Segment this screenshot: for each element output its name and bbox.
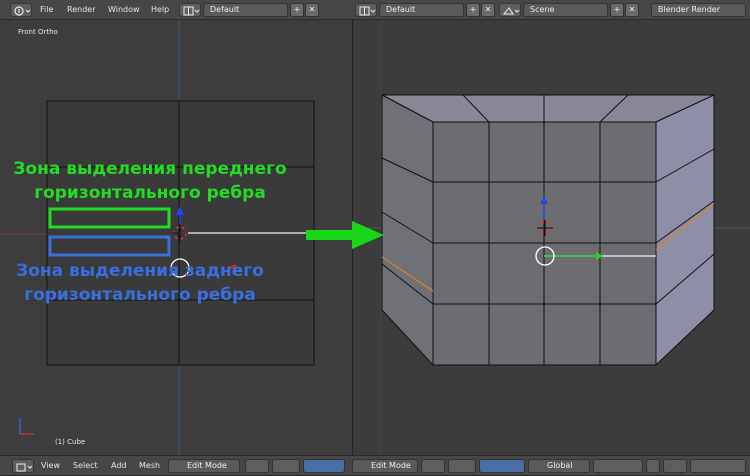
shading-button-left[interactable] xyxy=(272,459,300,473)
back-edge-annotation: Зона выделения заднего горизонтального р… xyxy=(0,259,280,307)
menu-window[interactable]: Window xyxy=(108,0,140,20)
menu-mesh[interactable]: Mesh xyxy=(139,456,160,476)
front-edge-annotation: Зона выделения переднего горизонтального… xyxy=(0,157,300,205)
view3d-icon xyxy=(16,463,33,472)
right-3d-viewport[interactable] xyxy=(353,20,750,455)
top-header: File Render Window Help Default + ✕ Defa… xyxy=(0,0,750,20)
render-engine-select[interactable]: Blender Render xyxy=(651,3,746,17)
front-edge-annotation-line2: горизонтального ребра xyxy=(34,183,266,203)
info-icon xyxy=(14,6,31,16)
back-edge-annotation-line1: Зона выделения заднего xyxy=(16,261,264,281)
remove-layout-2-button[interactable]: ✕ xyxy=(481,3,495,17)
select-mode-buttons[interactable] xyxy=(593,459,643,473)
layout-grid-icon xyxy=(183,6,200,16)
occlude-geometry-button[interactable] xyxy=(646,459,660,473)
snap-buttons[interactable] xyxy=(690,459,746,473)
menu-help[interactable]: Help xyxy=(151,0,169,20)
remove-scene-button[interactable]: ✕ xyxy=(625,3,639,17)
mode-select-right[interactable]: Edit Mode xyxy=(352,459,418,473)
remove-layout-button[interactable]: ✕ xyxy=(305,3,319,17)
cube-right-face xyxy=(655,94,715,367)
mode-select-left[interactable]: Edit Mode xyxy=(168,459,240,473)
pivot-button-left[interactable] xyxy=(245,459,269,473)
layout-grid-icon xyxy=(359,6,376,16)
editor-type-3d-button[interactable] xyxy=(12,459,34,473)
transform-manipulator-buttons-right[interactable] xyxy=(479,459,525,473)
axis-widget-icon xyxy=(19,418,34,435)
add-scene-button[interactable]: + xyxy=(610,3,624,17)
orientation-select[interactable]: Global xyxy=(528,459,590,473)
screen-layout-2-icon-button[interactable] xyxy=(355,3,377,17)
view-label: Front Ortho xyxy=(18,28,58,36)
viewport-shading-button[interactable] xyxy=(421,459,445,473)
screen-layout-2-field[interactable]: Default xyxy=(379,3,464,17)
screen-layout-field[interactable]: Default xyxy=(203,3,288,17)
cube-left-face xyxy=(381,94,434,367)
menu-select[interactable]: Select xyxy=(73,456,98,476)
transform-manipulator-buttons-left[interactable] xyxy=(303,459,345,473)
menu-add[interactable]: Add xyxy=(111,456,127,476)
left-viewport-drawing xyxy=(0,20,353,455)
editor-type-button[interactable] xyxy=(10,3,32,17)
menu-render[interactable]: Render xyxy=(67,0,95,20)
right-viewport-drawing xyxy=(353,20,750,455)
object-label: (1) Cube xyxy=(55,438,86,446)
proportional-edit-button[interactable] xyxy=(663,459,687,473)
front-edge-annotation-line1: Зона выделения переднего xyxy=(13,159,287,179)
transition-arrow-icon xyxy=(306,221,384,249)
add-layout-2-button[interactable]: + xyxy=(466,3,480,17)
scene-icon-button[interactable] xyxy=(499,3,521,17)
scene-icon xyxy=(502,7,520,15)
pivot-button-right[interactable] xyxy=(448,459,476,473)
bottom-header: View Select Add Mesh Edit Mode Edit Mode… xyxy=(0,455,750,475)
add-layout-button[interactable]: + xyxy=(290,3,304,17)
menu-file[interactable]: File xyxy=(40,0,53,20)
screen-layout-icon-button[interactable] xyxy=(179,3,201,17)
back-edge-annotation-line2: горизонтального ребра xyxy=(24,285,256,305)
scene-field[interactable]: Scene xyxy=(523,3,608,17)
menu-view[interactable]: View xyxy=(41,456,60,476)
